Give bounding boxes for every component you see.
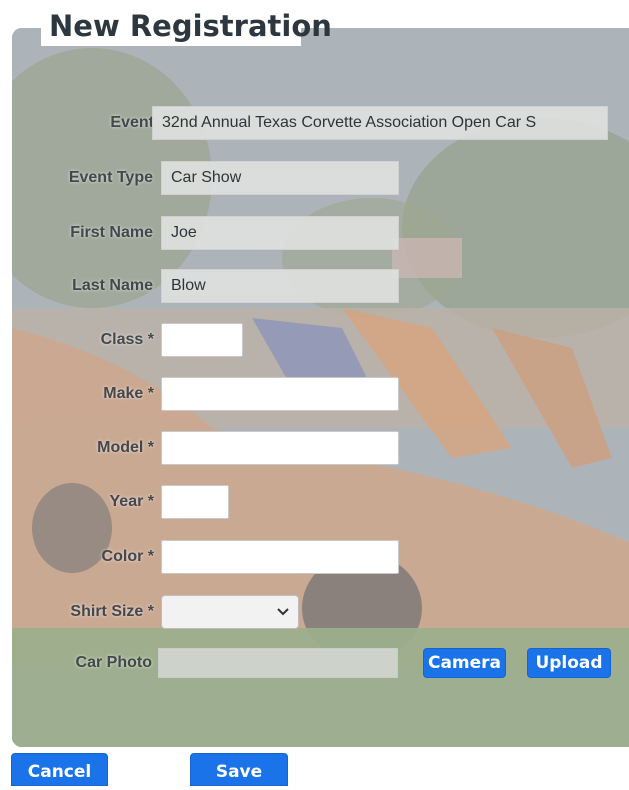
first-name-row: First Name Joe <box>0 216 629 250</box>
car-photo-label: Car Photo <box>75 654 152 671</box>
year-input[interactable] <box>161 485 229 519</box>
camera-button[interactable]: Camera <box>423 648 506 678</box>
event-label: Event <box>110 114 154 131</box>
shirt-size-label: Shirt Size * <box>70 603 154 620</box>
model-row: Model * <box>0 431 629 465</box>
event-row: Event 32nd Annual Texas Corvette Associa… <box>0 106 629 140</box>
model-label: Model * <box>97 439 154 456</box>
first-name-value: Joe <box>161 216 399 250</box>
shirt-size-select[interactable] <box>161 595 299 629</box>
color-input[interactable] <box>161 540 399 574</box>
color-label: Color * <box>101 548 154 565</box>
page-title: New Registration <box>49 9 332 43</box>
class-input[interactable] <box>161 323 243 357</box>
year-row: Year * <box>0 485 629 519</box>
event-type-row: Event Type Car Show <box>0 161 629 195</box>
chevron-down-icon <box>277 608 289 616</box>
last-name-row: Last Name Blow <box>0 269 629 303</box>
model-input[interactable] <box>161 431 399 465</box>
event-type-value: Car Show <box>161 161 399 195</box>
color-row: Color * <box>0 540 629 574</box>
make-label: Make * <box>103 385 154 402</box>
make-row: Make * <box>0 377 629 411</box>
class-row: Class * <box>0 323 629 357</box>
event-type-label: Event Type <box>68 169 153 186</box>
cancel-button[interactable]: Cancel <box>11 753 108 786</box>
car-photo-field <box>158 648 398 678</box>
shirt-size-row: Shirt Size * <box>0 595 629 629</box>
make-input[interactable] <box>161 377 399 411</box>
last-name-value: Blow <box>161 269 399 303</box>
car-photo-row: Car Photo Camera Upload <box>0 646 629 680</box>
last-name-label: Last Name <box>72 277 153 294</box>
save-button[interactable]: Save <box>190 753 288 786</box>
year-label: Year * <box>109 493 154 510</box>
first-name-label: First Name <box>70 224 153 241</box>
event-value: 32nd Annual Texas Corvette Association O… <box>152 106 608 140</box>
upload-button[interactable]: Upload <box>527 648 611 678</box>
class-label: Class * <box>100 331 154 348</box>
